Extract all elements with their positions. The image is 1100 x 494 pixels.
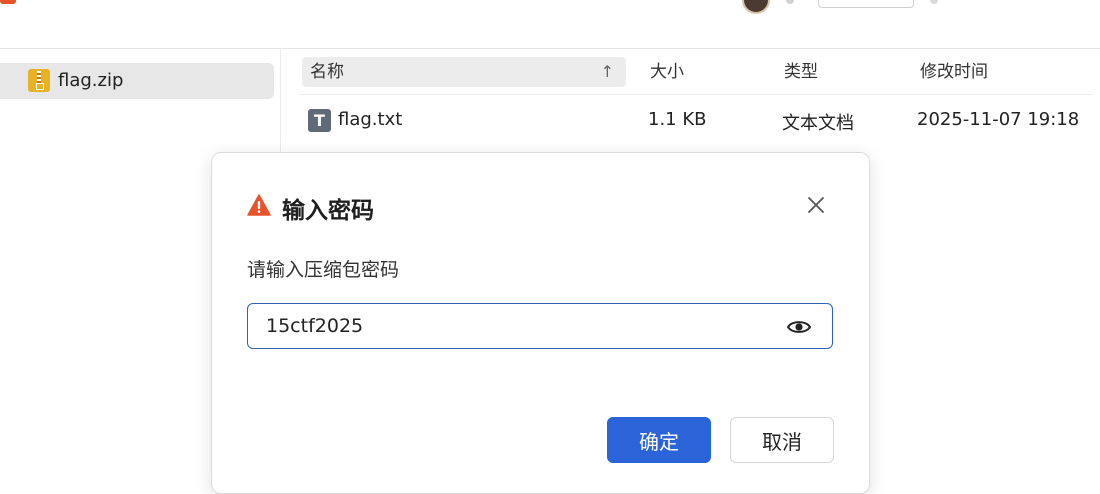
dialog-prompt: 请输入压缩包密码 [247, 259, 400, 281]
file-type: 文本文档 [782, 113, 854, 134]
column-header-modified[interactable]: 修改时间 [920, 57, 988, 87]
close-icon[interactable] [804, 193, 828, 217]
sidebar-item-flag-zip[interactable]: flag.zip [0, 63, 274, 99]
text-file-icon: T [308, 109, 331, 132]
avatar[interactable] [742, 0, 770, 14]
column-header-size[interactable]: 大小 [650, 57, 684, 87]
password-dialog: 输入密码 请输入压缩包密码 确定 取消 [211, 152, 870, 494]
warning-icon [247, 194, 271, 216]
file-name: flag.txt [338, 109, 403, 130]
file-modified: 2025-11-07 19:18 [917, 109, 1080, 130]
show-password-icon[interactable] [786, 314, 812, 340]
column-header-type[interactable]: 类型 [784, 57, 818, 87]
file-size: 1.1 KB [648, 109, 707, 130]
status-dot [786, 0, 794, 4]
search-box[interactable] [818, 0, 914, 8]
column-header-label: 名称 [310, 62, 344, 82]
password-field[interactable] [247, 303, 833, 349]
sidebar-item-label: flag.zip [58, 70, 124, 91]
top-header [0, 0, 1100, 49]
confirm-button[interactable]: 确定 [607, 417, 711, 463]
zip-archive-icon [28, 69, 50, 92]
app-logo [0, 0, 16, 4]
cancel-button[interactable]: 取消 [730, 417, 834, 463]
header-divider [298, 94, 1094, 95]
table-row[interactable]: T flag.txt 1.1 KB 文本文档 2025-11-07 19:18 [298, 101, 1094, 139]
sort-ascending-icon: ↑ [600, 62, 614, 81]
column-header-name[interactable]: 名称 ↑ [302, 57, 626, 87]
dialog-title: 输入密码 [282, 198, 374, 224]
window-control-icon[interactable] [930, 0, 938, 4]
password-input[interactable] [266, 304, 766, 348]
